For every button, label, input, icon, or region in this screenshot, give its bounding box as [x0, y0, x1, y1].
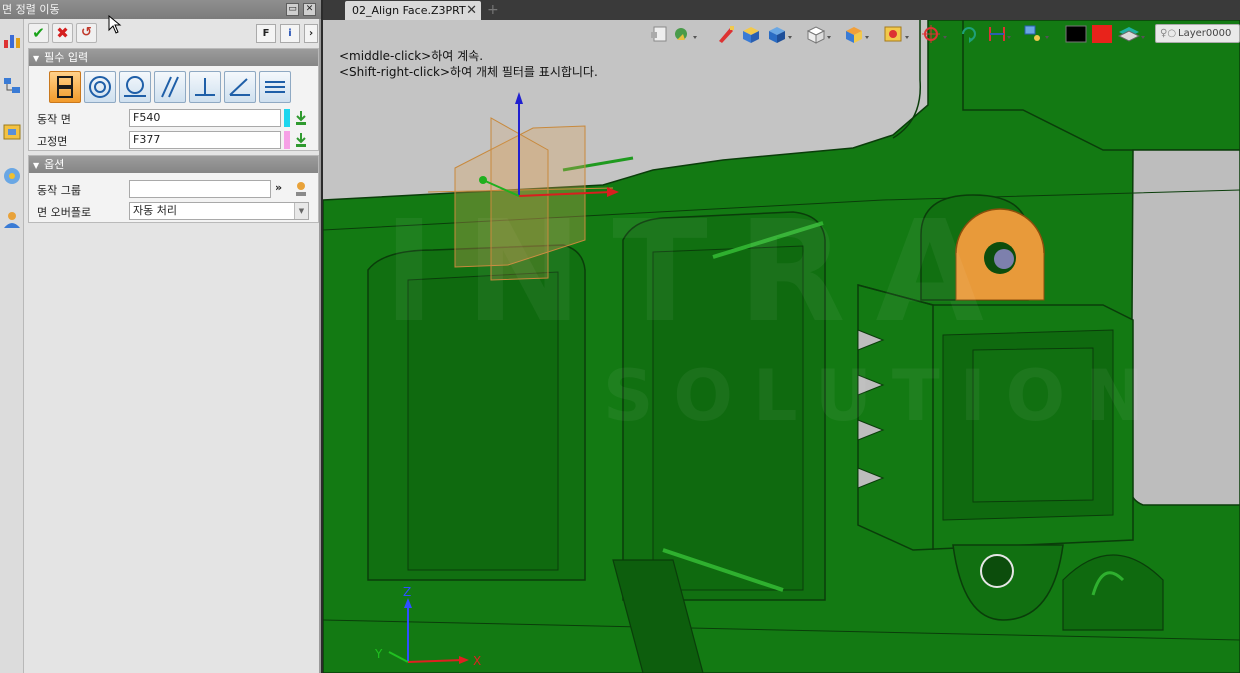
- moving-face-input[interactable]: F540: [129, 109, 281, 127]
- pick-arrow-icon[interactable]: [294, 110, 308, 126]
- user-pick-icon[interactable]: [294, 181, 308, 197]
- required-input-section: ▼ 필수 입력 동작 면 F540 고정면 F377: [28, 48, 319, 151]
- concentric-mode-button[interactable]: [84, 71, 116, 103]
- document-tab[interactable]: 02_Align Face.Z3PRT ✕: [345, 1, 481, 20]
- axis-z-label: Z: [403, 585, 411, 599]
- snap-target-icon[interactable]: [921, 24, 949, 46]
- angle-mode-button[interactable]: [224, 71, 256, 103]
- part-icon[interactable]: [2, 122, 22, 142]
- cancel-button[interactable]: ✖: [52, 23, 73, 43]
- chevron-down-icon[interactable]: ▼: [294, 203, 308, 219]
- filter-button[interactable]: F: [256, 24, 276, 43]
- assembly-icon[interactable]: [2, 166, 22, 186]
- hint-line-2: <Shift-right-click>하여 개체 필터를 표시합니다.: [339, 65, 598, 79]
- highlight-color-swatch[interactable]: [1091, 24, 1113, 46]
- panel-title: 면 정렬 이동: [0, 0, 321, 19]
- document-tab-bar: 02_Align Face.Z3PRT ✕ +: [323, 0, 1240, 20]
- apply-button[interactable]: ↺: [76, 23, 97, 43]
- layer-select[interactable]: ♀○ Layer0000: [1155, 24, 1240, 43]
- required-input-title: 필수 입력: [44, 51, 89, 64]
- options-title: 옵션: [44, 158, 65, 171]
- collapse-triangle-icon: ▼: [33, 161, 40, 170]
- panel-minimize-button[interactable]: ▭: [286, 3, 299, 16]
- watermark-text: SOLUTION: [603, 355, 1164, 437]
- dimension-icon[interactable]: [987, 24, 1013, 46]
- moving-face-label: 동작 면: [37, 113, 71, 126]
- shaded-blue-cube-icon[interactable]: [766, 24, 794, 46]
- expand-panel-icon[interactable]: ›: [304, 24, 318, 43]
- shaded-cube-icon[interactable]: [740, 24, 762, 46]
- command-panel: 면 정렬 이동 ▭ ✕ ✔ ✖ ↺ F i › ▼ 필수 입력 동작 면 F54…: [0, 0, 321, 673]
- chart-icon[interactable]: [2, 30, 22, 50]
- motion-group-label: 동작 그룹: [37, 184, 81, 197]
- user-icon[interactable]: [2, 210, 22, 230]
- parallel-mode-button[interactable]: [154, 71, 186, 103]
- panel-close-button[interactable]: ✕: [303, 3, 316, 16]
- collapse-triangle-icon: ▼: [33, 54, 40, 63]
- filter-pick-icon[interactable]: [673, 24, 699, 46]
- add-tab-icon[interactable]: +: [487, 1, 499, 19]
- zoom-fit-icon[interactable]: [883, 24, 911, 46]
- pen-tool-icon[interactable]: [716, 24, 736, 46]
- panel-toolbar: ✔ ✖ ↺ F i ›: [24, 21, 319, 45]
- tangent-mode-button[interactable]: [119, 71, 151, 103]
- face-overflow-value: 자동 처리: [133, 204, 177, 217]
- options-header[interactable]: ▼ 옵션: [29, 156, 318, 173]
- layer-bulb-icon: ♀○: [1160, 28, 1177, 39]
- close-tab-icon[interactable]: ✕: [466, 1, 477, 20]
- perpendicular-mode-button[interactable]: [189, 71, 221, 103]
- wireframe-cube-icon[interactable]: [805, 24, 833, 46]
- tree-icon[interactable]: [2, 76, 22, 96]
- align-face-mode-button[interactable]: [49, 71, 81, 103]
- standard-view-icon[interactable]: [843, 24, 871, 46]
- display-settings-icon[interactable]: [1023, 24, 1051, 46]
- axis-x-label: X: [473, 654, 481, 668]
- motion-group-input[interactable]: [129, 180, 271, 198]
- layer-name: Layer0000: [1178, 28, 1232, 39]
- background-color-swatch[interactable]: [1065, 24, 1087, 46]
- options-section: ▼ 옵션 동작 그룹 » 면 오버플로 자동 처리 ▼: [28, 155, 319, 223]
- moving-face-row: 동작 면 F540: [29, 108, 318, 128]
- info-button[interactable]: i: [280, 24, 300, 43]
- fixed-face-color-chip: [284, 131, 290, 149]
- motion-group-row: 동작 그룹 »: [29, 179, 318, 199]
- axis-y-label: Y: [374, 647, 383, 661]
- moving-face-color-chip: [284, 109, 290, 127]
- fixed-face-input[interactable]: F377: [129, 131, 281, 149]
- required-input-header[interactable]: ▼ 필수 입력: [29, 49, 318, 66]
- model-viewport[interactable]: 02_Align Face.Z3PRT ✕ + INTRA SOLUTION Z…: [323, 0, 1240, 673]
- face-overflow-row: 면 오버플로 자동 처리 ▼: [29, 201, 318, 221]
- pick-arrow-icon[interactable]: [294, 132, 308, 148]
- layer-stack-icon[interactable]: [1117, 24, 1147, 46]
- face-overflow-select[interactable]: 자동 처리 ▼: [129, 202, 309, 220]
- model-scene[interactable]: INTRA SOLUTION Z X Y: [323, 20, 1240, 673]
- expand-double-chevron-icon[interactable]: »: [275, 181, 289, 197]
- fixed-face-label: 고정면: [37, 135, 68, 148]
- view-select-icon[interactable]: [651, 24, 669, 46]
- fixed-face-row: 고정면 F377: [29, 130, 318, 150]
- mouse-cursor-icon: [108, 15, 122, 34]
- side-icon-strip: [0, 0, 24, 673]
- face-overflow-label: 면 오버플로: [37, 206, 92, 219]
- ok-button[interactable]: ✔: [28, 23, 49, 43]
- rotate-view-icon[interactable]: [959, 24, 979, 46]
- coplanar-mode-button[interactable]: [259, 71, 291, 103]
- document-tab-title: 02_Align Face.Z3PRT: [352, 4, 466, 17]
- hint-line-1: <middle-click>하여 계속.: [339, 49, 484, 63]
